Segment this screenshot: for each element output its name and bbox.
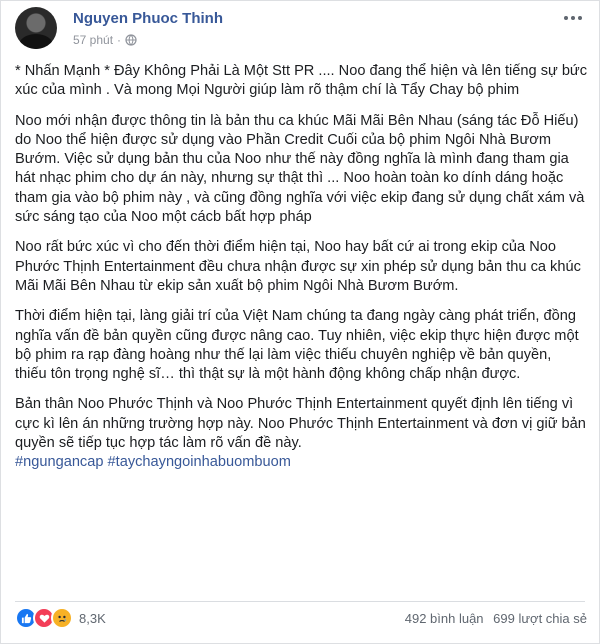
engagement-counts: 492 bình luận 699 lượt chia sẻ bbox=[399, 611, 587, 626]
post-paragraph: Noo mới nhận được thông tin là bản thu c… bbox=[15, 112, 585, 226]
meta-separator: · bbox=[117, 33, 122, 47]
post-content: * Nhấn Mạnh * Đây Không Phải Là Một Stt … bbox=[15, 62, 587, 473]
reaction-count: 8,3K bbox=[79, 610, 106, 626]
more-options-icon[interactable] bbox=[561, 11, 585, 27]
sad-reaction-icon bbox=[51, 607, 73, 629]
share-count[interactable]: 699 lượt chia sẻ bbox=[493, 611, 587, 626]
post-footer: 8,3K 492 bình luận 699 lượt chia sẻ bbox=[15, 605, 587, 633]
reactions-summary[interactable]: 8,3K bbox=[15, 607, 106, 629]
post-header: Nguyen Phuoc Thinh 57 phút · bbox=[15, 7, 587, 53]
footer-divider bbox=[15, 601, 585, 602]
comment-count[interactable]: 492 bình luận bbox=[405, 611, 484, 626]
author-name[interactable]: Nguyen Phuoc Thinh bbox=[73, 10, 223, 27]
post-paragraph: * Nhấn Mạnh * Đây Không Phải Là Một Stt … bbox=[15, 63, 587, 99]
facebook-post: Nguyen Phuoc Thinh 57 phút · * Nhấn Mạnh… bbox=[0, 0, 600, 644]
post-paragraph: Bản thân Noo Phước Thịnh và Noo Phước Th… bbox=[15, 396, 586, 452]
avatar[interactable] bbox=[15, 7, 57, 49]
hashtag-link[interactable]: #taychayngoinhabuombuom bbox=[108, 454, 291, 470]
post-meta: 57 phút · bbox=[73, 33, 137, 47]
post-time[interactable]: 57 phút bbox=[73, 33, 113, 47]
globe-icon[interactable] bbox=[125, 34, 137, 46]
post-paragraph: Noo rất bức xúc vì cho đến thời điểm hiệ… bbox=[15, 239, 581, 294]
post-paragraph: Thời điểm hiện tại, làng giải trí của Vi… bbox=[15, 308, 579, 383]
hashtags: #ngungancap #taychayngoinhabuombuom bbox=[15, 453, 587, 472]
hashtag-link[interactable]: #ngungancap bbox=[15, 454, 103, 470]
